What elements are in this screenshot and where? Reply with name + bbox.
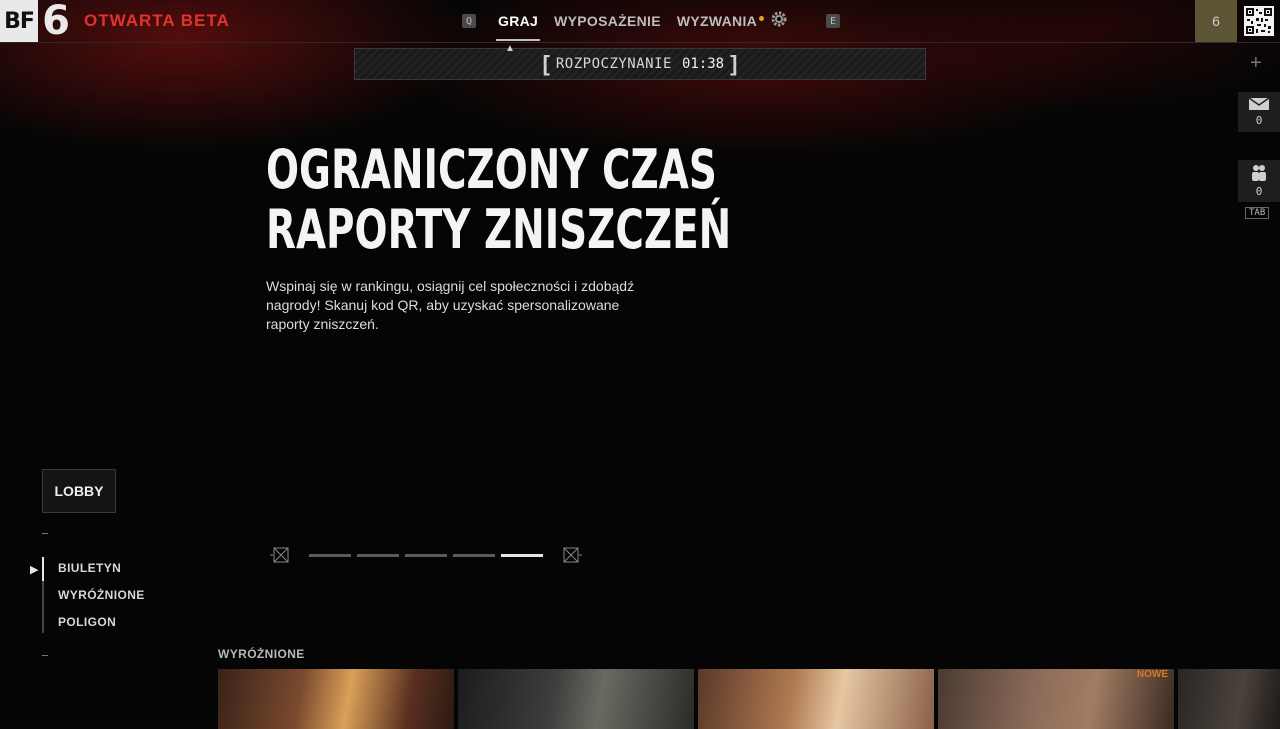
mail-button[interactable]: 0: [1238, 92, 1280, 132]
lobby-button[interactable]: LOBBY: [42, 469, 116, 513]
tab-challenges-label: WYZWANIA: [676, 13, 758, 29]
menu-top-tick: [42, 533, 48, 534]
mail-count: 0: [1255, 114, 1263, 127]
hero-title-line1: OGRANICZONY CZAS: [266, 138, 717, 201]
squad-icon: [1252, 165, 1266, 181]
hero-description: Wspinaj się w rankingu, osiągnij cel spo…: [266, 278, 635, 332]
open-beta-label: OTWARTA BETA: [84, 11, 230, 30]
profile-level-badge[interactable]: 6: [1195, 0, 1237, 42]
menu-item-bulletin[interactable]: BIULETYN: [58, 561, 121, 575]
sub-menu: BIULETYN WYRÓŻNIONE POLIGON: [42, 557, 144, 633]
nav-prev-key: Q: [462, 14, 476, 28]
pager-dot[interactable]: [405, 554, 447, 557]
countdown-inner: [ ROZPOCZYNANIE 01:38 ]: [525, 49, 755, 79]
mail-icon: [1248, 97, 1270, 110]
squad-button[interactable]: 0: [1238, 160, 1280, 202]
featured-card[interactable]: [458, 669, 694, 729]
menu-bottom-tick: [42, 655, 48, 656]
pager-dot[interactable]: [453, 554, 495, 557]
background-glow: [0, 0, 1280, 720]
bracket-right: ]: [730, 51, 738, 76]
nav-next-key: E: [826, 14, 841, 28]
notification-dot: [759, 15, 765, 21]
main-nav: Q GRAJ WYPOSAŻENIE WYZWANIA E: [462, 0, 841, 42]
menu-item-featured[interactable]: WYRÓŻNIONE: [58, 588, 145, 602]
featured-card[interactable]: [218, 669, 454, 729]
next-arrow-icon[interactable]: [562, 547, 582, 563]
match-countdown: ▲ [ ROZPOCZYNANIE 01:38 ]: [354, 43, 926, 80]
countdown-label: ROZPOCZYNANIE: [555, 56, 672, 72]
tab-loadout[interactable]: WYPOSAŻENIE: [546, 0, 669, 42]
logo-six: 6: [42, 0, 70, 44]
new-badge: NOWE: [1136, 669, 1168, 680]
pager-dot-current[interactable]: [501, 554, 543, 557]
hero-title-line2: RAPORTY ZNISZCZEŃ: [266, 198, 732, 261]
hero-title: OGRANICZONY CZAS RAPORTY ZNISZCZEŃ: [266, 140, 731, 260]
top-bar: BF 6 OTWARTA BETA Q GRAJ WYPOSAŻENIE WYZ…: [0, 0, 1280, 44]
pager-dot[interactable]: [357, 554, 399, 557]
game-logo: BF 6: [0, 0, 74, 44]
countdown-caret-icon: ▲: [505, 43, 515, 54]
featured-card[interactable]: [1178, 669, 1280, 729]
settings-gear-icon[interactable]: [770, 10, 788, 33]
menu-item-range[interactable]: POLIGON: [58, 615, 116, 629]
featured-card[interactable]: [698, 669, 934, 729]
active-indicator: [42, 557, 44, 581]
featured-card[interactable]: NOWE: [938, 669, 1174, 729]
squad-count: 0: [1255, 185, 1263, 198]
plus-icon[interactable]: +: [1250, 52, 1262, 75]
selected-arrow-icon: ▶: [30, 564, 39, 576]
squad-key-hint: TAB: [1245, 207, 1270, 219]
featured-section-label: WYRÓŻNIONE: [218, 647, 305, 661]
qr-code-icon[interactable]: [1244, 6, 1274, 36]
pager-dot[interactable]: [309, 554, 351, 557]
bracket-left: [: [542, 51, 550, 76]
logo-bf: BF: [0, 0, 38, 42]
countdown-time: 01:38: [681, 56, 725, 72]
carousel-pager: [309, 554, 543, 557]
tab-challenges[interactable]: WYZWANIA: [669, 0, 765, 42]
tab-play[interactable]: GRAJ: [490, 0, 546, 42]
prev-arrow-icon[interactable]: [270, 547, 290, 563]
